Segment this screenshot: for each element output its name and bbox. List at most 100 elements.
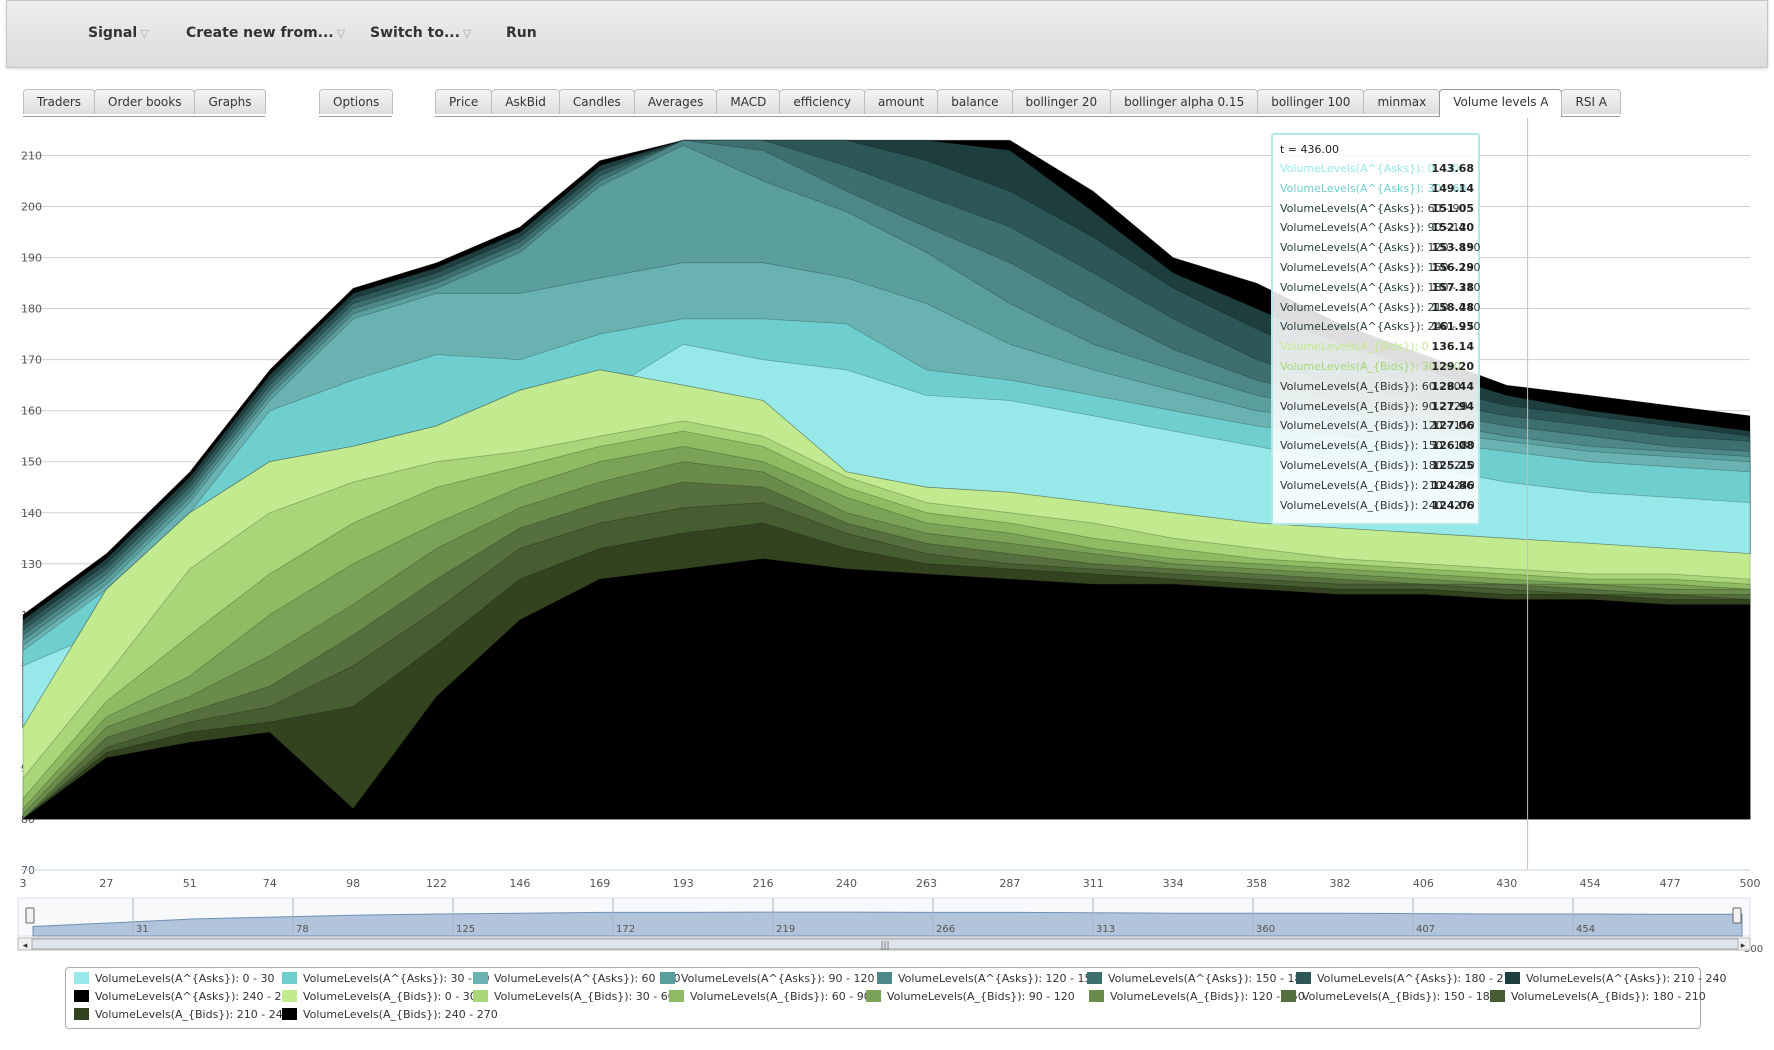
tab-amount[interactable]: amount [863,89,939,114]
tab-graphs[interactable]: Graphs [194,89,266,114]
y-tick-label: 190 [21,252,42,265]
legend-item[interactable]: VolumeLevels(A_{Bids}): 60 - 90 [669,990,871,1003]
navigator-label: 125 [456,924,475,935]
navigator-label: 360 [1256,924,1275,935]
legend-item[interactable]: VolumeLevels(A_{Bids}): 180 - 210 [1490,990,1706,1003]
tooltip-row: VolumeLevels(A_{Bids}): 210 - 240 124.86 [1280,478,1475,497]
tooltip-series-value: 127.06 [1431,419,1474,433]
x-tick-label: 334 [1163,877,1184,890]
tab-bollinger-100[interactable]: bollinger 100 [1257,89,1365,114]
legend-item[interactable]: VolumeLevels(A^{Asks}): 30 - 60 [282,972,490,985]
tab-rsi-a[interactable]: RSI A [1561,89,1622,114]
legend-label: VolumeLevels(A^{Asks}): 60 - 90 [494,972,681,985]
legend-item[interactable]: VolumeLevels(A_{Bids}): 210 - 240 [74,1008,290,1021]
legend-swatch [1505,972,1520,984]
legend-item[interactable]: VolumeLevels(A^{Asks}): 90 - 120 [660,972,875,985]
tooltip-series-value: 124.86 [1431,478,1474,492]
tab-order-books[interactable]: Order books [94,89,196,114]
tooltip-row: VolumeLevels(A^{Asks}): 90 - 120 152.40 [1280,221,1474,239]
legend-item[interactable]: VolumeLevels(A^{Asks}): 120 - 150 [877,972,1099,985]
legend-item[interactable]: VolumeLevels(A_{Bids}): 240 - 270 [282,1008,498,1021]
legend-item[interactable]: VolumeLevels(A^{Asks}): 180 - 210 [1296,972,1518,985]
legend-swatch [473,990,488,1002]
tooltip-series-value: 124.06 [1431,498,1474,512]
legend-swatch [74,1008,89,1020]
tooltip-row: VolumeLevels(A^{Asks}): 210 - 240 158.48 [1280,301,1481,319]
tooltip-row: VolumeLevels(A^{Asks}): 240 - 270 161.95 [1280,320,1481,338]
tooltip-series-value: 126.08 [1431,439,1474,453]
tab-balance[interactable]: balance [937,89,1013,114]
tab-macd[interactable]: MACD [716,89,781,114]
tooltip-title: t = 436.00 [1280,143,1340,156]
tab-price[interactable]: Price [435,89,493,114]
x-tick-label: 216 [753,877,774,890]
volume-levels-chart: 7080901001101201301401501601701801902002… [17,118,1763,955]
x-tick-label: 477 [1660,877,1681,890]
y-tick-label: 180 [21,303,42,316]
tab-averages[interactable]: Averages [633,89,718,114]
legend-item[interactable]: VolumeLevels(A^{Asks}): 150 - 180 [1087,972,1309,985]
legend-swatch [660,972,675,984]
tab-volume-levels-a[interactable]: Volume levels A [1439,89,1563,117]
tab-traders[interactable]: Traders [23,89,96,114]
tabs-options: Options [319,89,394,117]
x-tick-label: 287 [999,877,1020,890]
tooltip-series-value: 156.29 [1431,261,1474,274]
signal-dropdown-icon: ▽ [140,27,149,40]
legend-label: VolumeLevels(A^{Asks}): 30 - 60 [303,972,490,985]
legend-item[interactable]: VolumeLevels(A_{Bids}): 150 - 180 [1281,990,1497,1003]
legend-item[interactable]: VolumeLevels(A^{Asks}): 210 - 240 [1505,972,1727,985]
legend-label: VolumeLevels(A^{Asks}): 150 - 180 [1108,972,1309,985]
create-new-from-menu[interactable]: Create new from... ▽ [186,25,345,41]
legend-swatch [282,972,297,984]
legend-swatch [282,1008,297,1020]
tab-askbid[interactable]: AskBid [491,89,560,114]
legend-item[interactable]: VolumeLevels(A_{Bids}): 90 - 120 [866,990,1075,1003]
legend-swatch [473,972,488,984]
legend-item[interactable]: VolumeLevels(A^{Asks}): 0 - 30 [74,972,275,985]
create-new-dropdown-icon: ▽ [336,27,346,40]
navigator-label: 172 [616,924,635,935]
tooltip-row: VolumeLevels(A_{Bids}): 120 - 150 127.06 [1280,419,1475,437]
legend-item[interactable]: VolumeLevels(A^{Asks}): 240 - 270 [74,990,296,1003]
tab-bollinger-20[interactable]: bollinger 20 [1011,89,1112,114]
tab-efficiency[interactable]: efficiency [779,89,865,114]
tab-minmax[interactable]: minmax [1363,89,1441,114]
navigator-right-handle[interactable] [1732,907,1742,924]
tooltip-row: VolumeLevels(A^{Asks}): 150 - 180 156.29 [1280,261,1481,279]
legend-label: VolumeLevels(A^{Asks}): 120 - 150 [898,972,1099,985]
legend-item[interactable]: VolumeLevels(A_{Bids}): 30 - 60 [473,990,675,1003]
tab-bollinger-alpha-0-15[interactable]: bollinger alpha 0.15 [1110,89,1259,114]
x-tick-label: 406 [1413,877,1434,890]
legend-item[interactable]: VolumeLevels(A_{Bids}): 120 - 150 [1089,990,1305,1003]
tooltip-series-value: 161.95 [1431,320,1474,334]
navigator-left-handle[interactable] [25,907,35,924]
tab-candles[interactable]: Candles [558,89,635,114]
signal-menu[interactable]: Signal ▽ [88,25,149,41]
tooltip-series-value: 125.25 [1431,459,1474,472]
run-button[interactable]: Run [506,25,537,41]
legend-label: VolumeLevels(A^{Asks}): 90 - 120 [681,972,875,985]
y-tick-label: 160 [21,405,42,418]
legend-label: VolumeLevels(A^{Asks}): 240 - 270 [95,990,296,1003]
y-tick-label: 170 [21,354,42,367]
legend-label: VolumeLevels(A_{Bids}): 120 - 150 [1110,990,1305,1003]
scroll-left-icon: ◂ [23,941,28,951]
tooltip-row: VolumeLevels(A_{Bids}): 240 - 270 124.06 [1280,498,1475,517]
x-tick-label: 311 [1083,877,1104,890]
legend-swatch [1296,972,1311,984]
tab-options[interactable]: Options [319,89,394,114]
navigator-label: 266 [936,924,955,935]
legend-swatch [877,972,892,984]
x-tick-label: 382 [1329,877,1350,890]
switch-to-menu[interactable]: Switch to... ▽ [370,25,471,41]
legend-swatch [282,990,297,1002]
legend-label: VolumeLevels(A_{Bids}): 240 - 270 [303,1008,498,1021]
legend-swatch [1490,990,1505,1002]
tooltip-row: VolumeLevels(A_{Bids}): 30 - 60 129.20 [1280,360,1474,378]
legend-item[interactable]: VolumeLevels(A_{Bids}): 0 - 30 [282,990,477,1003]
legend-item[interactable]: VolumeLevels(A^{Asks}): 60 - 90 [473,972,681,985]
x-tick-label: 240 [836,877,857,890]
tooltip-row: VolumeLevels(A^{Asks}): 180 - 210 157.38 [1280,281,1481,299]
legend-label: VolumeLevels(A_{Bids}): 210 - 240 [95,1008,290,1021]
